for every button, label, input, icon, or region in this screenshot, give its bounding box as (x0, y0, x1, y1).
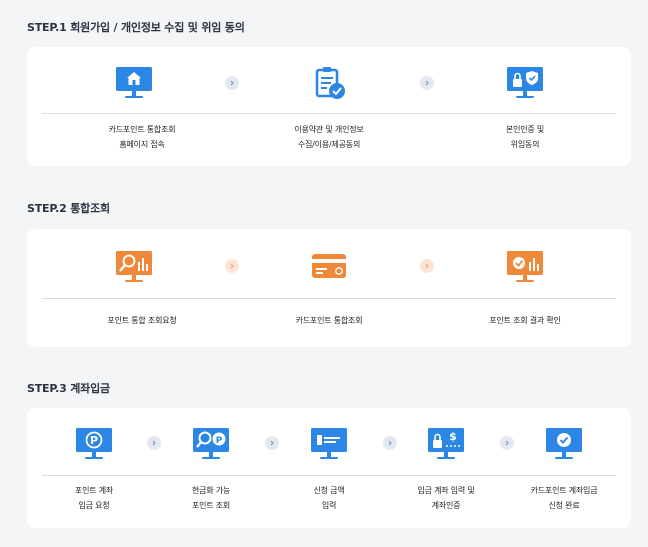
step1-label-2: 이용약관 및 개인정보 수집/이용/제공동의 (294, 125, 364, 149)
monitor-lock-shield-icon (505, 64, 545, 102)
next-arrow-icon (420, 76, 434, 90)
svg-text:P: P (90, 434, 98, 447)
next-arrow-icon (383, 436, 397, 450)
svg-text:P: P (216, 436, 223, 446)
svg-text:$: $ (449, 430, 457, 443)
step1-label-3: 본인인증 및 위임동의 (505, 125, 545, 149)
step3-label-1: 포인트 계좌 입금 요청 (74, 486, 114, 510)
step3-card: P P $ 포인트 계좌 입금 요청 현금화 가능 포인트 조회 신청 금액 입… (27, 408, 631, 528)
step3-label-5: 카드포인트 계좌입금 신청 완료 (530, 486, 598, 510)
next-arrow-icon (500, 436, 514, 450)
step1-label-1: 카드포인트 통합조회 홈페이지 접속 (108, 125, 176, 149)
clipboard-check-icon (309, 64, 349, 102)
step3-label-4: 입금 계좌 입력 및 계좌인증 (417, 486, 475, 510)
step2-label-3: 포인트 조회 결과 확인 (489, 316, 561, 325)
monitor-home-icon (114, 64, 154, 102)
step2-label-2: 카드포인트 통합조회 (295, 316, 363, 325)
next-arrow-icon (265, 436, 279, 450)
step3-label-2: 현금화 가능 포인트 조회 (191, 486, 231, 510)
next-arrow-icon (225, 76, 239, 90)
step3-title: STEP.3 계좌입금 (27, 382, 110, 395)
step1-divider (42, 113, 616, 114)
step2-card: 포인트 통합 조회요청 카드포인트 통합조회 포인트 조회 결과 확인 (27, 229, 631, 347)
monitor-input-icon (309, 425, 349, 463)
monitor-lock-dollar-icon: $ (426, 425, 466, 463)
step1-title: STEP.1 회원가입 / 개인정보 수집 및 위임 동의 (27, 21, 245, 34)
monitor-check-chart-icon (505, 248, 545, 286)
step2-divider (42, 298, 616, 299)
step2-title: STEP.2 통합조회 (27, 202, 110, 215)
step3-label-3: 신청 금액 입력 (313, 486, 345, 510)
step1-card: 카드포인트 통합조회 홈페이지 접속 이용약관 및 개인정보 수집/이용/제공동… (27, 47, 631, 166)
next-arrow-icon (420, 259, 434, 273)
step3-divider (42, 475, 616, 476)
next-arrow-icon (225, 259, 239, 273)
monitor-search-chart-icon (114, 248, 154, 286)
next-arrow-icon (147, 436, 161, 450)
credit-card-icon (309, 248, 349, 286)
monitor-point-icon: P (74, 425, 114, 463)
step2-label-1: 포인트 통합 조회요청 (107, 316, 177, 325)
monitor-check-icon (544, 425, 584, 463)
monitor-search-point-icon: P (191, 425, 231, 463)
